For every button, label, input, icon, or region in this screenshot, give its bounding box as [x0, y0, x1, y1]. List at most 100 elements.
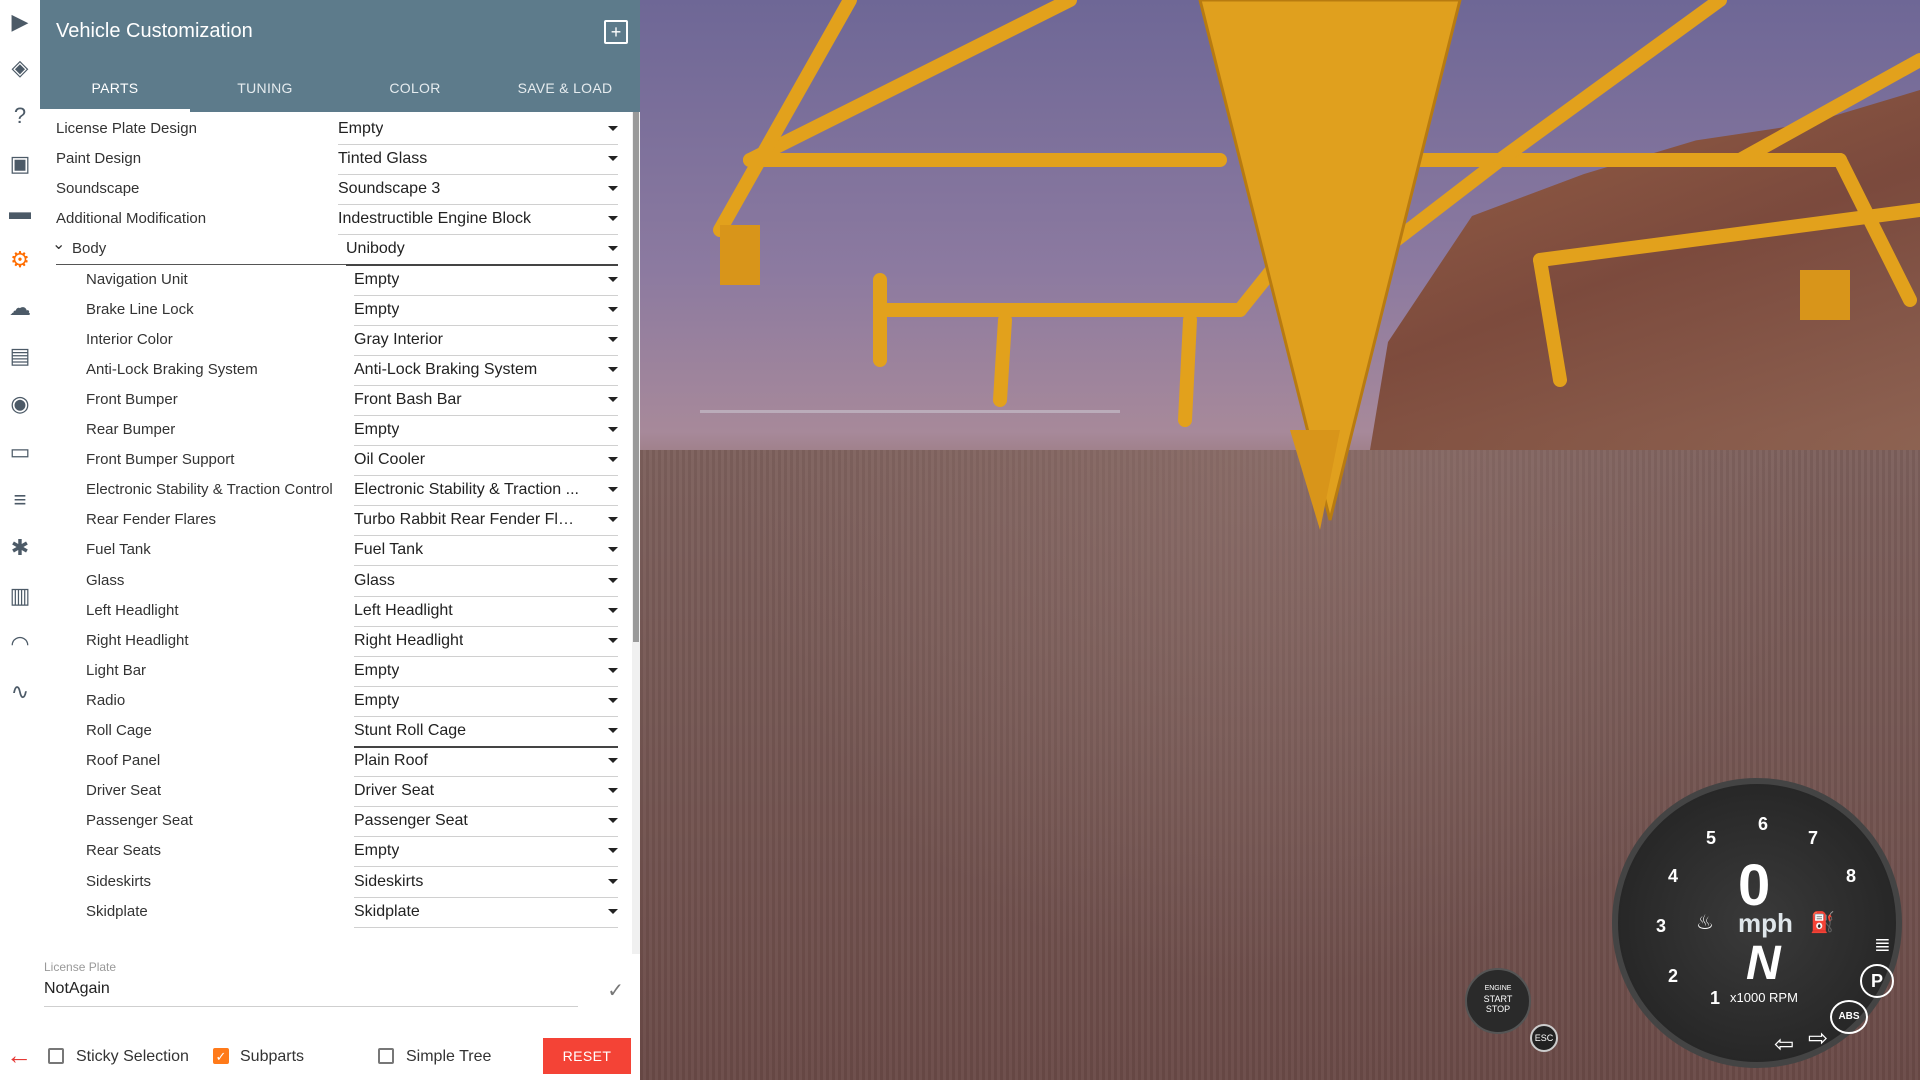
- scrollbar-thumb[interactable]: [633, 112, 639, 642]
- part-row[interactable]: Interior Color Gray Interior: [40, 323, 632, 356]
- dropdown-arrow-icon[interactable]: [608, 878, 618, 884]
- help-icon[interactable]: ?: [4, 100, 36, 132]
- reset-button[interactable]: RESET: [543, 1038, 631, 1074]
- part-row[interactable]: Paint Design Tinted Glass: [40, 142, 632, 176]
- part-row[interactable]: Right Headlight Right Headlight: [40, 624, 632, 657]
- dropdown-arrow-icon[interactable]: [608, 547, 618, 553]
- dropdown-arrow-icon[interactable]: [608, 908, 618, 914]
- tab-color[interactable]: COLOR: [340, 70, 490, 112]
- dropdown-arrow-icon[interactable]: [608, 697, 618, 703]
- dropdown-arrow-icon[interactable]: [608, 818, 618, 824]
- part-row[interactable]: Glass Glass: [40, 564, 632, 597]
- part-row[interactable]: Rear Seats Empty: [40, 834, 632, 868]
- dropdown-arrow-icon[interactable]: [608, 276, 618, 282]
- camera-icon[interactable]: ◉: [4, 388, 36, 420]
- browser-icon[interactable]: ▭: [4, 436, 36, 468]
- film-icon[interactable]: ▤: [4, 340, 36, 372]
- engine-start-stop-button[interactable]: ENGINE START STOP: [1465, 968, 1531, 1034]
- tab-save-load[interactable]: SAVE & LOAD: [490, 70, 640, 112]
- dropdown-arrow-icon[interactable]: [608, 667, 618, 673]
- dropdown-arrow-icon[interactable]: [608, 728, 618, 733]
- dropdown-arrow-icon[interactable]: [608, 306, 618, 312]
- dropdown-arrow-icon[interactable]: [608, 848, 618, 854]
- part-label: License Plate Design: [56, 120, 197, 137]
- part-row[interactable]: Additional Modification Indestructible En…: [40, 202, 632, 236]
- part-row[interactable]: Front Bumper Support Oil Cooler: [40, 443, 632, 477]
- tab-parts[interactable]: PARTS: [40, 70, 190, 112]
- part-row[interactable]: Left Headlight Left Headlight: [40, 594, 632, 627]
- signature-icon[interactable]: ∿: [4, 676, 36, 708]
- headphones-icon[interactable]: ◠: [4, 628, 36, 660]
- back-arrow-icon[interactable]: ←: [6, 1040, 32, 1071]
- subparts-checkbox[interactable]: ✓: [213, 1048, 229, 1064]
- part-row[interactable]: Navigation Unit Empty: [40, 263, 632, 296]
- part-label: Light Bar: [86, 661, 147, 679]
- dropdown-arrow-icon[interactable]: [608, 126, 618, 131]
- dropdown-arrow-icon[interactable]: [608, 517, 618, 523]
- dropdown-arrow-icon[interactable]: [608, 396, 618, 402]
- part-row[interactable]: Sideskirts Sideskirts: [40, 865, 632, 898]
- part-row[interactable]: Roll Cage Stunt Roll Cage: [40, 714, 632, 748]
- part-row[interactable]: Passenger Seat Passenger Seat: [40, 804, 632, 838]
- dropdown-arrow-icon[interactable]: [608, 637, 618, 643]
- license-plate-input[interactable]: NotAgain: [44, 980, 578, 1007]
- parts-icon[interactable]: ⚙: [4, 244, 36, 276]
- part-value: Empty: [354, 691, 400, 709]
- tool-sidebar: ▶ ◈ ? ▣ ▬ ⚙ ☁ ▤ ◉ ▭ ≡ ✱ ▥ ◠ ∿: [0, 0, 41, 1080]
- sticky-selection-checkbox[interactable]: [48, 1048, 64, 1064]
- dropdown-arrow-icon[interactable]: [608, 577, 618, 583]
- bug-icon[interactable]: ✱: [4, 532, 36, 564]
- add-window-icon[interactable]: +: [604, 20, 628, 44]
- rpm-label: x1000 RPM: [1730, 990, 1798, 1005]
- dropdown-arrow-icon[interactable]: [608, 336, 618, 342]
- layers-icon[interactable]: ◈: [4, 52, 36, 84]
- part-value: Unibody: [346, 240, 405, 258]
- simple-tree-checkbox[interactable]: [378, 1048, 394, 1064]
- cloud-icon[interactable]: ☁: [4, 292, 36, 324]
- part-row[interactable]: Roof Panel Plain Roof: [40, 744, 632, 778]
- dropdown-arrow-icon[interactable]: [608, 607, 618, 613]
- panel-footer: Sticky Selection ✓ Subparts Simple Tree …: [40, 1024, 640, 1080]
- part-label: Roof Panel: [86, 752, 161, 770]
- dropdown-arrow-icon[interactable]: [608, 457, 618, 463]
- tab-tuning[interactable]: TUNING: [190, 70, 340, 112]
- part-label: Navigation Unit: [86, 270, 188, 288]
- play-icon[interactable]: ▶: [4, 6, 36, 38]
- part-row[interactable]: Driver Seat Driver Seat: [40, 774, 632, 808]
- part-row[interactable]: Soundscape Soundscape 3: [40, 172, 632, 206]
- chevron-down-icon[interactable]: ⌄: [52, 234, 65, 254]
- part-row[interactable]: Light Bar Empty: [40, 654, 632, 687]
- part-row[interactable]: Anti-Lock Braking System Anti-Lock Brakin…: [40, 353, 632, 386]
- sliders-icon[interactable]: ≡: [4, 484, 36, 516]
- bar-chart-icon[interactable]: ▥: [4, 580, 36, 612]
- part-value: Right Headlight: [354, 631, 464, 649]
- dropdown-arrow-icon[interactable]: [608, 246, 618, 252]
- part-row[interactable]: ⌄ Body Unibody: [40, 232, 632, 267]
- part-row[interactable]: Rear Fender Flares Turbo Rabbit Rear Fend…: [40, 503, 632, 537]
- part-row[interactable]: Brake Line Lock Empty: [40, 293, 632, 326]
- dropdown-arrow-icon[interactable]: [608, 487, 618, 493]
- part-label: Paint Design: [56, 150, 142, 168]
- dropdown-arrow-icon[interactable]: [608, 427, 618, 432]
- part-row[interactable]: Skidplate Skidplate: [40, 895, 632, 928]
- dropdown-arrow-icon[interactable]: [608, 366, 618, 372]
- parts-scrollbar[interactable]: [632, 112, 640, 954]
- dropdown-arrow-icon[interactable]: [608, 758, 618, 764]
- dropdown-arrow-icon[interactable]: [608, 216, 618, 222]
- dropdown-arrow-icon[interactable]: [608, 186, 618, 192]
- part-row[interactable]: Radio Empty: [40, 684, 632, 717]
- part-row[interactable]: Electronic Stability & Traction Control E…: [40, 473, 632, 507]
- part-row[interactable]: License Plate Design Empty: [40, 112, 632, 145]
- part-value: Skidplate: [354, 902, 420, 920]
- part-value: Front Bash Bar: [354, 390, 462, 408]
- dropdown-arrow-icon[interactable]: [608, 788, 618, 794]
- video-icon[interactable]: ▣: [4, 148, 36, 180]
- part-row[interactable]: Rear Bumper Empty: [40, 413, 632, 446]
- part-row[interactable]: Fuel Tank Fuel Tank: [40, 533, 632, 567]
- part-row[interactable]: Front Bumper Front Bash Bar: [40, 383, 632, 416]
- part-select[interactable]: Skidplate: [354, 903, 618, 928]
- car-icon[interactable]: ▬: [4, 196, 36, 228]
- check-icon[interactable]: ✓: [607, 978, 624, 1003]
- dropdown-arrow-icon[interactable]: [608, 156, 618, 162]
- sticky-selection-label: Sticky Selection: [76, 1048, 189, 1065]
